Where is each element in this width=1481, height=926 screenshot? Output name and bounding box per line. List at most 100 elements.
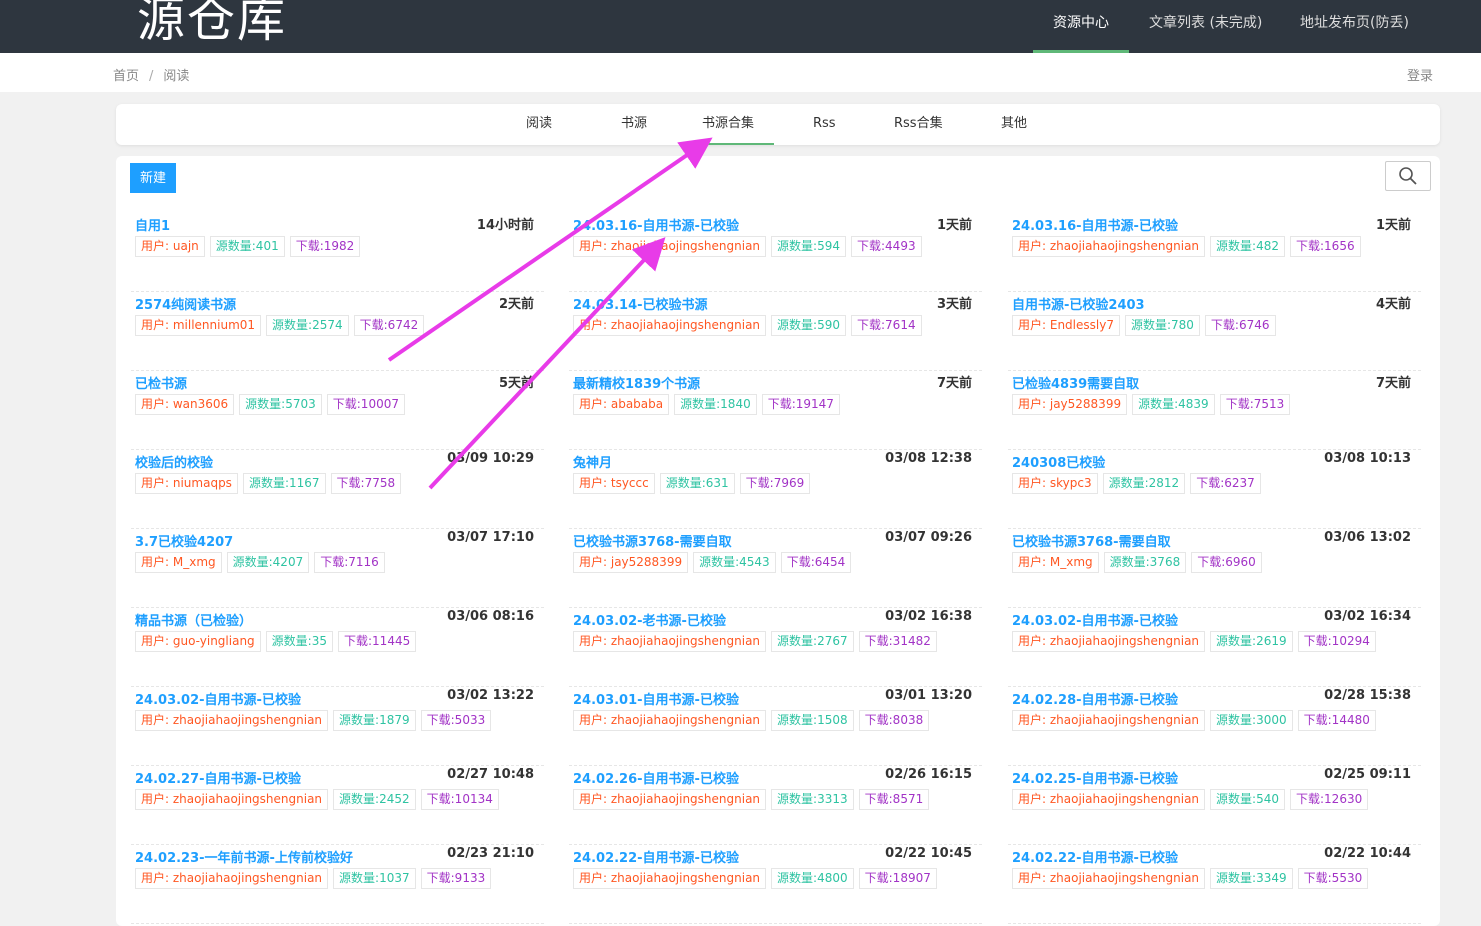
item-title[interactable]: 2574纯阅读书源 xyxy=(135,294,236,313)
list-item[interactable]: 已检验4839需要自取 7天前 用户: jay5288399 源数量:4839 下载:7… xyxy=(1008,371,1421,450)
list-item[interactable]: 24.02.22-自用书源-已校验 02/22 10:45 用户: zhaojiah… xyxy=(569,845,982,924)
breadcrumb-home[interactable]: 首页 xyxy=(113,69,139,84)
item-title[interactable]: 自用书源-已校验2403 xyxy=(1012,294,1145,313)
list-item[interactable]: 24.03.02-老书源-已校验 03/02 16:38 用户: zhaojiaha… xyxy=(569,608,982,687)
list-item[interactable]: 24.03.01-自用书源-已校验 03/01 13:20 用户: zhaojiah… xyxy=(569,687,982,766)
breadcrumb-current[interactable]: 阅读 xyxy=(163,69,189,84)
tab-rss-collection[interactable]: Rss合集 xyxy=(894,104,943,145)
user-badge[interactable]: 用户: M_xmg xyxy=(135,552,222,573)
user-badge[interactable]: 用户: skypc3 xyxy=(1012,473,1098,494)
item-title[interactable]: 24.02.25-自用书源-已校验 xyxy=(1012,768,1178,787)
list-item[interactable]: 240308已校验 03/08 10:13 用户: skypc3 源数量:2812 下载… xyxy=(1008,450,1421,529)
list-item[interactable]: 校验后的校验 03/09 10:29 用户: niumaqps 源数量:1167 下载:… xyxy=(131,450,544,529)
item-title[interactable]: 24.02.26-自用书源-已校验 xyxy=(573,768,739,787)
user-badge[interactable]: 用户: zhaojiahaojingshengnian xyxy=(573,236,767,257)
item-title[interactable]: 3.7已校验4207 xyxy=(135,531,233,550)
item-title[interactable]: 24.02.27-自用书源-已校验 xyxy=(135,768,301,787)
item-title[interactable]: 24.03.14-已校验书源 xyxy=(573,294,708,313)
list-item[interactable]: 24.02.23-一年前书源-上传前校验好 02/23 21:10 用户: zhao… xyxy=(131,845,544,924)
list-item[interactable]: 24.03.14-已校验书源 3天前 用户: zhaojiahaojingsheng… xyxy=(569,292,982,371)
user-badge[interactable]: 用户: zhaojiahaojingshengnian xyxy=(573,631,767,652)
user-badge[interactable]: 用户: Endlessly7 xyxy=(1012,315,1120,336)
list-item[interactable]: 24.02.27-自用书源-已校验 02/27 10:48 用户: zhaojiah… xyxy=(131,766,544,845)
tab-book-source[interactable]: 书源 xyxy=(621,104,647,145)
list-item[interactable]: 最新精校1839个书源 7天前 用户: abababa 源数量:1840 下载:1914… xyxy=(569,371,982,450)
list-item[interactable]: 24.03.16-自用书源-已校验 1天前 用户: zhaojiahaojingsh… xyxy=(569,213,982,292)
item-title[interactable]: 已检验4839需要自取 xyxy=(1012,373,1139,392)
nav-resource-center[interactable]: 资源中心 xyxy=(1033,0,1129,53)
item-title[interactable]: 已校验书源3768-需要自取 xyxy=(1012,531,1171,550)
list-item[interactable]: 24.03.02-自用书源-已校验 03/02 16:34 用户: zhaojiah… xyxy=(1008,608,1421,687)
user-badge[interactable]: 用户: zhaojiahaojingshengnian xyxy=(135,868,329,889)
tab-other[interactable]: 其他 xyxy=(1001,104,1027,145)
user-badge[interactable]: 用户: zhaojiahaojingshengnian xyxy=(573,315,767,336)
item-title[interactable]: 已检书源 xyxy=(135,373,187,392)
list-item[interactable]: 2574纯阅读书源 2天前 用户: millennium01 源数量:2574 下载:6… xyxy=(131,292,544,371)
item-title[interactable]: 兔神月 xyxy=(573,452,612,471)
tab-book-source-collection[interactable]: 书源合集 xyxy=(691,104,775,145)
item-title[interactable]: 24.02.28-自用书源-已校验 xyxy=(1012,689,1178,708)
list-item[interactable]: 24.03.16-自用书源-已校验 1天前 用户: zhaojiahaojingsh… xyxy=(1008,213,1421,292)
item-title[interactable]: 自用1 xyxy=(135,215,170,234)
list-item[interactable]: 已检书源 5天前 用户: wan3606 源数量:5703 下载:10007 xyxy=(131,371,544,450)
nav-article-list[interactable]: 文章列表 (未完成) xyxy=(1149,0,1262,53)
download-count-badge: 下载:31482 xyxy=(858,631,937,652)
item-title[interactable]: 24.03.01-自用书源-已校验 xyxy=(573,689,739,708)
search-button[interactable] xyxy=(1385,161,1431,191)
login-link[interactable]: 登录 xyxy=(1407,65,1433,84)
item-title[interactable]: 精品书源（已检验） xyxy=(135,610,252,629)
item-title[interactable]: 24.03.02-老书源-已校验 xyxy=(573,610,726,629)
user-badge[interactable]: 用户: niumaqps xyxy=(135,473,238,494)
user-badge[interactable]: 用户: zhaojiahaojingshengnian xyxy=(135,789,329,810)
user-badge[interactable]: 用户: zhaojiahaojingshengnian xyxy=(1012,789,1206,810)
item-time: 02/26 16:15 xyxy=(885,767,972,782)
list-item[interactable]: 24.02.22-自用书源-已校验 02/22 10:44 用户: zhaojiah… xyxy=(1008,845,1421,924)
user-badge[interactable]: 用户: zhaojiahaojingshengnian xyxy=(1012,710,1206,731)
download-count-badge: 下载:5530 xyxy=(1297,868,1369,889)
user-badge[interactable]: 用户: zhaojiahaojingshengnian xyxy=(573,710,767,731)
source-count-badge: 源数量:1167 xyxy=(242,473,326,494)
list-item[interactable]: 3.7已校验4207 03/07 17:10 用户: M_xmg 源数量:4207 下载… xyxy=(131,529,544,608)
user-badge[interactable]: 用户: zhaojiahaojingshengnian xyxy=(1012,868,1206,889)
item-title[interactable]: 24.03.16-自用书源-已校验 xyxy=(1012,215,1178,234)
list-item[interactable]: 已校验书源3768-需要自取 03/07 09:26 用户: jay5288399 源… xyxy=(569,529,982,608)
item-title[interactable]: 最新精校1839个书源 xyxy=(573,373,700,392)
user-badge[interactable]: 用户: zhaojiahaojingshengnian xyxy=(573,868,767,889)
new-button[interactable]: 新建 xyxy=(130,163,176,193)
user-badge[interactable]: 用户: uajn xyxy=(135,236,205,257)
user-badge[interactable]: 用户: zhaojiahaojingshengnian xyxy=(1012,236,1206,257)
nav-address-page[interactable]: 地址发布页(防丢) xyxy=(1300,0,1409,53)
user-badge[interactable]: 用户: guo-yingliang xyxy=(135,631,261,652)
list-item[interactable]: 自用1 14小时前 用户: uajn 源数量:401 下载:1982 xyxy=(131,213,544,292)
item-title[interactable]: 24.03.02-自用书源-已校验 xyxy=(1012,610,1178,629)
user-badge[interactable]: 用户: millennium01 xyxy=(135,315,262,336)
list-item[interactable]: 24.02.28-自用书源-已校验 02/28 15:38 用户: zhaojiah… xyxy=(1008,687,1421,766)
user-badge[interactable]: 用户: abababa xyxy=(573,394,670,415)
list-item[interactable]: 精品书源（已检验） 03/06 08:16 用户: guo-yingliang 源数量… xyxy=(131,608,544,687)
item-title[interactable]: 已校验书源3768-需要自取 xyxy=(573,531,732,550)
user-badge[interactable]: 用户: jay5288399 xyxy=(1012,394,1128,415)
site-logo[interactable]: 源仓库 xyxy=(137,0,287,50)
user-badge[interactable]: 用户: tsyccc xyxy=(573,473,655,494)
user-badge[interactable]: 用户: M_xmg xyxy=(1012,552,1099,573)
item-title[interactable]: 24.03.02-自用书源-已校验 xyxy=(135,689,301,708)
tab-read[interactable]: 阅读 xyxy=(526,104,552,145)
item-title[interactable]: 24.02.22-自用书源-已校验 xyxy=(573,847,739,866)
item-title[interactable]: 24.02.23-一年前书源-上传前校验好 xyxy=(135,847,353,866)
item-title[interactable]: 24.02.22-自用书源-已校验 xyxy=(1012,847,1178,866)
user-badge[interactable]: 用户: wan3606 xyxy=(135,394,235,415)
user-badge[interactable]: 用户: zhaojiahaojingshengnian xyxy=(573,789,767,810)
list-item[interactable]: 24.02.26-自用书源-已校验 02/26 16:15 用户: zhaojiah… xyxy=(569,766,982,845)
tab-rss[interactable]: Rss xyxy=(813,104,836,145)
list-item[interactable]: 已校验书源3768-需要自取 03/06 13:02 用户: M_xmg 源数量:37… xyxy=(1008,529,1421,608)
list-item[interactable]: 自用书源-已校验2403 4天前 用户: Endlessly7 源数量:780 下载:6… xyxy=(1008,292,1421,371)
item-title[interactable]: 校验后的校验 xyxy=(135,452,213,471)
user-badge[interactable]: 用户: zhaojiahaojingshengnian xyxy=(135,710,329,731)
item-title[interactable]: 24.03.16-自用书源-已校验 xyxy=(573,215,739,234)
user-badge[interactable]: 用户: jay5288399 xyxy=(573,552,689,573)
item-title[interactable]: 240308已校验 xyxy=(1012,452,1105,471)
list-item[interactable]: 24.02.25-自用书源-已校验 02/25 09:11 用户: zhaojiah… xyxy=(1008,766,1421,845)
user-badge[interactable]: 用户: zhaojiahaojingshengnian xyxy=(1012,631,1206,652)
list-item[interactable]: 兔神月 03/08 12:38 用户: tsyccc 源数量:631 下载:7969 xyxy=(569,450,982,529)
list-item[interactable]: 24.03.02-自用书源-已校验 03/02 13:22 用户: zhaojiah… xyxy=(131,687,544,766)
